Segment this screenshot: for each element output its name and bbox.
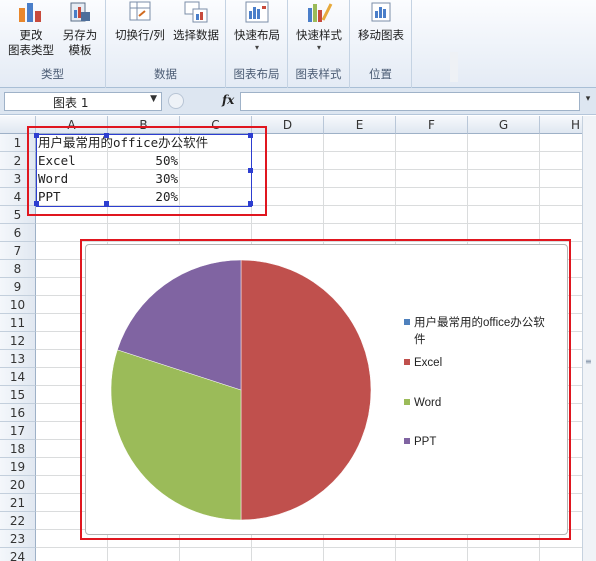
group-chart-styles: 快速样式 ▾ 图表样式 [288,0,350,88]
row-header-8[interactable]: 8 [0,260,36,278]
chart-highlight-box [80,239,571,540]
row-header-19[interactable]: 19 [0,458,36,476]
row-header-11[interactable]: 11 [0,314,36,332]
column-header-f[interactable]: F [396,116,468,134]
change-chart-type-button[interactable]: 更改 图表类型 [6,0,56,58]
row-header-10[interactable]: 10 [0,296,36,314]
vertical-scrollbar[interactable]: ≡ [582,116,596,561]
name-box[interactable]: 图表 1 ▼ [4,92,162,111]
name-box-dropdown-icon[interactable]: ▼ [150,94,157,104]
row-header-13[interactable]: 13 [0,350,36,368]
scroll-grip-icon[interactable]: ≡ [585,358,594,370]
group-label-chart-layout: 图表布局 [233,67,280,81]
row-header-6[interactable]: 6 [0,224,36,242]
column-header-e[interactable]: E [324,116,396,134]
column-header-h[interactable]: H [540,116,582,134]
row-header-7[interactable]: 7 [0,242,36,260]
formula-controls: fx [166,92,238,111]
quick-layout-button[interactable]: 快速布局 ▾ [230,0,284,53]
ribbon-fade [450,52,458,82]
chart-tools-ribbon: 更改 图表类型 另存为 模板 类型 切换行/列 选择数据 数据 快速布局 ▾ 图… [0,0,596,88]
group-label-data: 数据 [154,67,177,81]
row-gridline [36,547,582,548]
row-header-23[interactable]: 23 [0,530,36,548]
formula-input[interactable] [240,92,580,111]
group-label-chart-styles: 图表样式 [295,67,342,81]
row-header-15[interactable]: 15 [0,386,36,404]
group-location: 移动图表 位置 [350,0,412,88]
row-header-21[interactable]: 21 [0,494,36,512]
expand-formula-bar-icon[interactable]: ▾ [582,94,594,108]
save-template-icon [65,0,95,24]
row-header-14[interactable]: 14 [0,368,36,386]
row-header-20[interactable]: 20 [0,476,36,494]
save-as-template-button[interactable]: 另存为 模板 [60,0,100,58]
worksheet-grid[interactable]: A B C D E F G H 1 2 3 4 5 6 7 8 9 10 11 12 13 14 15 16 17 18 19 20 2… [0,116,582,561]
quick-styles-dropdown-icon[interactable]: ▾ [292,43,346,53]
chart-type-icon [16,0,46,24]
name-box-value: 图表 1 [53,96,89,110]
quick-layout-dropdown-icon[interactable]: ▾ [230,43,284,53]
group-label-type: 类型 [41,67,64,81]
formula-bar: 图表 1 ▼ fx ▾ [0,88,596,115]
quick-styles-button[interactable]: 快速样式 ▾ [292,0,346,53]
switch-row-column-icon [125,0,155,24]
row-header-17[interactable]: 17 [0,422,36,440]
row-header-22[interactable]: 22 [0,512,36,530]
data-highlight-box [27,126,267,216]
row-header-24[interactable]: 24 [0,548,36,561]
quick-layout-icon [242,0,272,24]
select-data-icon [181,0,211,24]
move-chart-button[interactable]: 移动图表 [354,0,408,43]
group-chart-layout: 快速布局 ▾ 图表布局 [226,0,288,88]
group-data: 切换行/列 选择数据 数据 [106,0,226,88]
excel-window: 更改 图表类型 另存为 模板 类型 切换行/列 选择数据 数据 快速布局 ▾ 图… [0,0,596,561]
switch-row-column-button[interactable]: 切换行/列 [110,0,170,43]
group-type: 更改 图表类型 另存为 模板 类型 [0,0,106,88]
cancel-circle-icon[interactable] [168,93,184,109]
row-header-9[interactable]: 9 [0,278,36,296]
column-header-g[interactable]: G [468,116,540,134]
move-chart-icon [366,0,396,24]
row-header-16[interactable]: 16 [0,404,36,422]
row-header-12[interactable]: 12 [0,332,36,350]
insert-function-icon[interactable]: fx [222,93,234,107]
quick-styles-icon [304,0,334,24]
row-header-18[interactable]: 18 [0,440,36,458]
row-gridline [36,223,582,224]
group-label-location: 位置 [369,67,392,81]
select-data-button[interactable]: 选择数据 [170,0,222,43]
